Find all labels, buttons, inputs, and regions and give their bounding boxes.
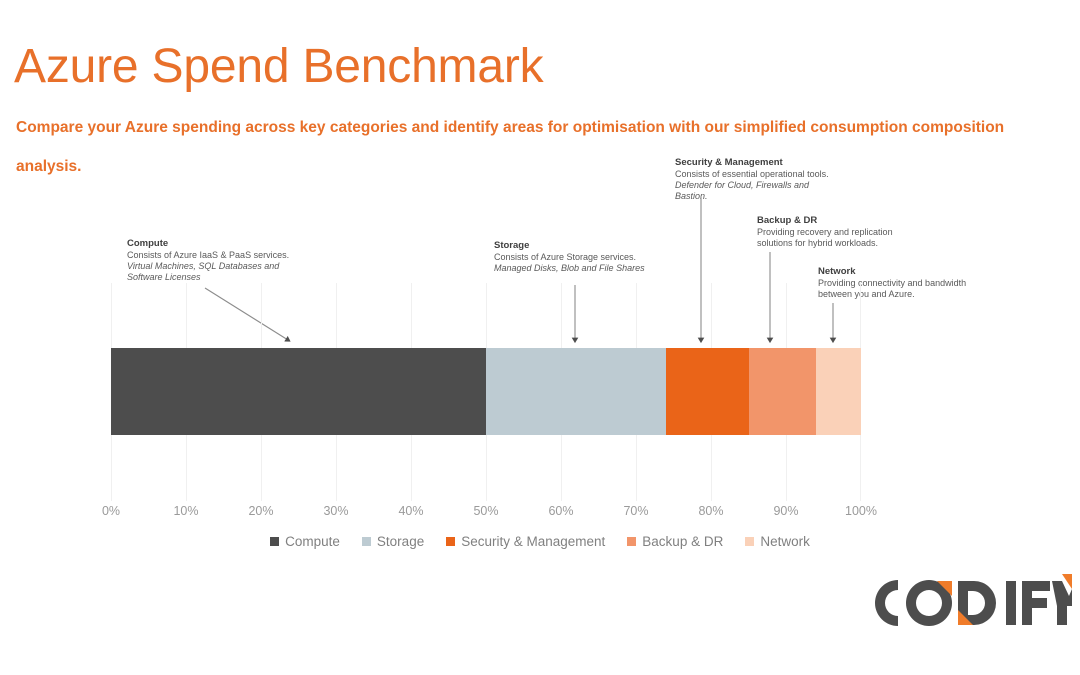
- annotation-storage-line2: Managed Disks, Blob and File Shares: [494, 263, 645, 273]
- annotation-compute: Compute Consists of Azure IaaS & PaaS se…: [127, 238, 327, 283]
- slide-canvas: Azure Spend Benchmark Compare your Azure…: [0, 0, 1080, 675]
- x-axis-tick: 60%: [548, 504, 574, 518]
- chart-plot-area: [111, 283, 861, 501]
- annotation-security-line2: Defender for Cloud, Firewalls and: [675, 180, 810, 190]
- legend-swatch-icon: [361, 537, 371, 546]
- annotation-backup: Backup & DR Providing recovery and repli…: [757, 215, 957, 249]
- annotation-compute-line2: Virtual Machines, SQL Databases and: [127, 261, 280, 271]
- legend-item[interactable]: Compute: [270, 534, 340, 549]
- annotation-storage-line1: Consists of Azure Storage services.: [494, 252, 637, 262]
- legend-item[interactable]: Security & Management: [446, 534, 605, 549]
- legend-item-label: Backup & DR: [642, 534, 724, 549]
- x-axis-tick-labels: 0% 10% 20% 30% 40% 50% 60% 70% 80% 90% 100%: [102, 504, 877, 522]
- annotation-compute-title: Compute: [127, 238, 169, 249]
- x-axis-tick: 90%: [773, 504, 799, 518]
- annotation-backup-line2: solutions for hybrid workloads.: [757, 238, 879, 248]
- legend-item-label: Security & Management: [461, 534, 606, 549]
- annotation-network-title: Network: [818, 266, 856, 277]
- annotation-security-title: Security & Management: [675, 157, 783, 168]
- x-axis-tick: 10%: [173, 504, 199, 518]
- legend-swatch-icon: [745, 537, 755, 546]
- legend-item[interactable]: Storage: [361, 534, 425, 549]
- codify-logo: [875, 574, 1072, 626]
- annotation-compute-line3: Software Licenses: [127, 272, 201, 282]
- annotation-security-line3: Bastion.: [675, 191, 708, 201]
- legend-swatch-icon: [446, 537, 456, 546]
- x-axis-tick: 30%: [323, 504, 349, 518]
- x-axis-tick: 20%: [248, 504, 274, 518]
- bar-segment-backup[interactable]: [748, 348, 816, 435]
- x-axis-tick: 40%: [398, 504, 424, 518]
- annotation-storage: Storage Consists of Azure Storage servic…: [494, 240, 704, 274]
- legend-swatch-icon: [270, 537, 280, 546]
- bar-segment-compute[interactable]: [111, 348, 486, 435]
- annotation-security-line1: Consists of essential operational tools.: [675, 169, 829, 179]
- legend-item-label: Storage: [376, 534, 425, 549]
- legend-item[interactable]: Network: [745, 534, 810, 549]
- legend-item-label: Network: [760, 534, 810, 549]
- legend-swatch-icon: [627, 537, 637, 546]
- annotation-compute-line1: Consists of Azure IaaS & PaaS services.: [127, 250, 290, 260]
- annotation-security: Security & Management Consists of essent…: [675, 157, 855, 202]
- chart-legend: Compute Storage Security & Management Backu…: [0, 534, 1080, 549]
- bar-segment-security[interactable]: [666, 348, 749, 435]
- legend-item-label: Compute: [285, 534, 340, 549]
- x-axis-tick: 50%: [473, 504, 499, 518]
- x-axis-tick: 100%: [845, 504, 877, 518]
- annotation-backup-line1: Providing recovery and replication: [757, 227, 893, 237]
- x-axis-tick: 0%: [101, 504, 121, 518]
- annotation-backup-title: Backup & DR: [757, 215, 818, 226]
- stacked-bar: [111, 348, 861, 435]
- page-subtitle: Compare your Azure spending across key c…: [16, 119, 1005, 175]
- bar-segment-storage[interactable]: [486, 348, 666, 435]
- page-title: Azure Spend Benchmark: [14, 40, 544, 93]
- legend-item[interactable]: Backup & DR: [627, 534, 723, 549]
- x-axis-tick: 70%: [623, 504, 649, 518]
- x-axis-tick: 80%: [698, 504, 724, 518]
- bar-segment-network[interactable]: [816, 348, 861, 435]
- annotation-storage-title: Storage: [494, 240, 530, 251]
